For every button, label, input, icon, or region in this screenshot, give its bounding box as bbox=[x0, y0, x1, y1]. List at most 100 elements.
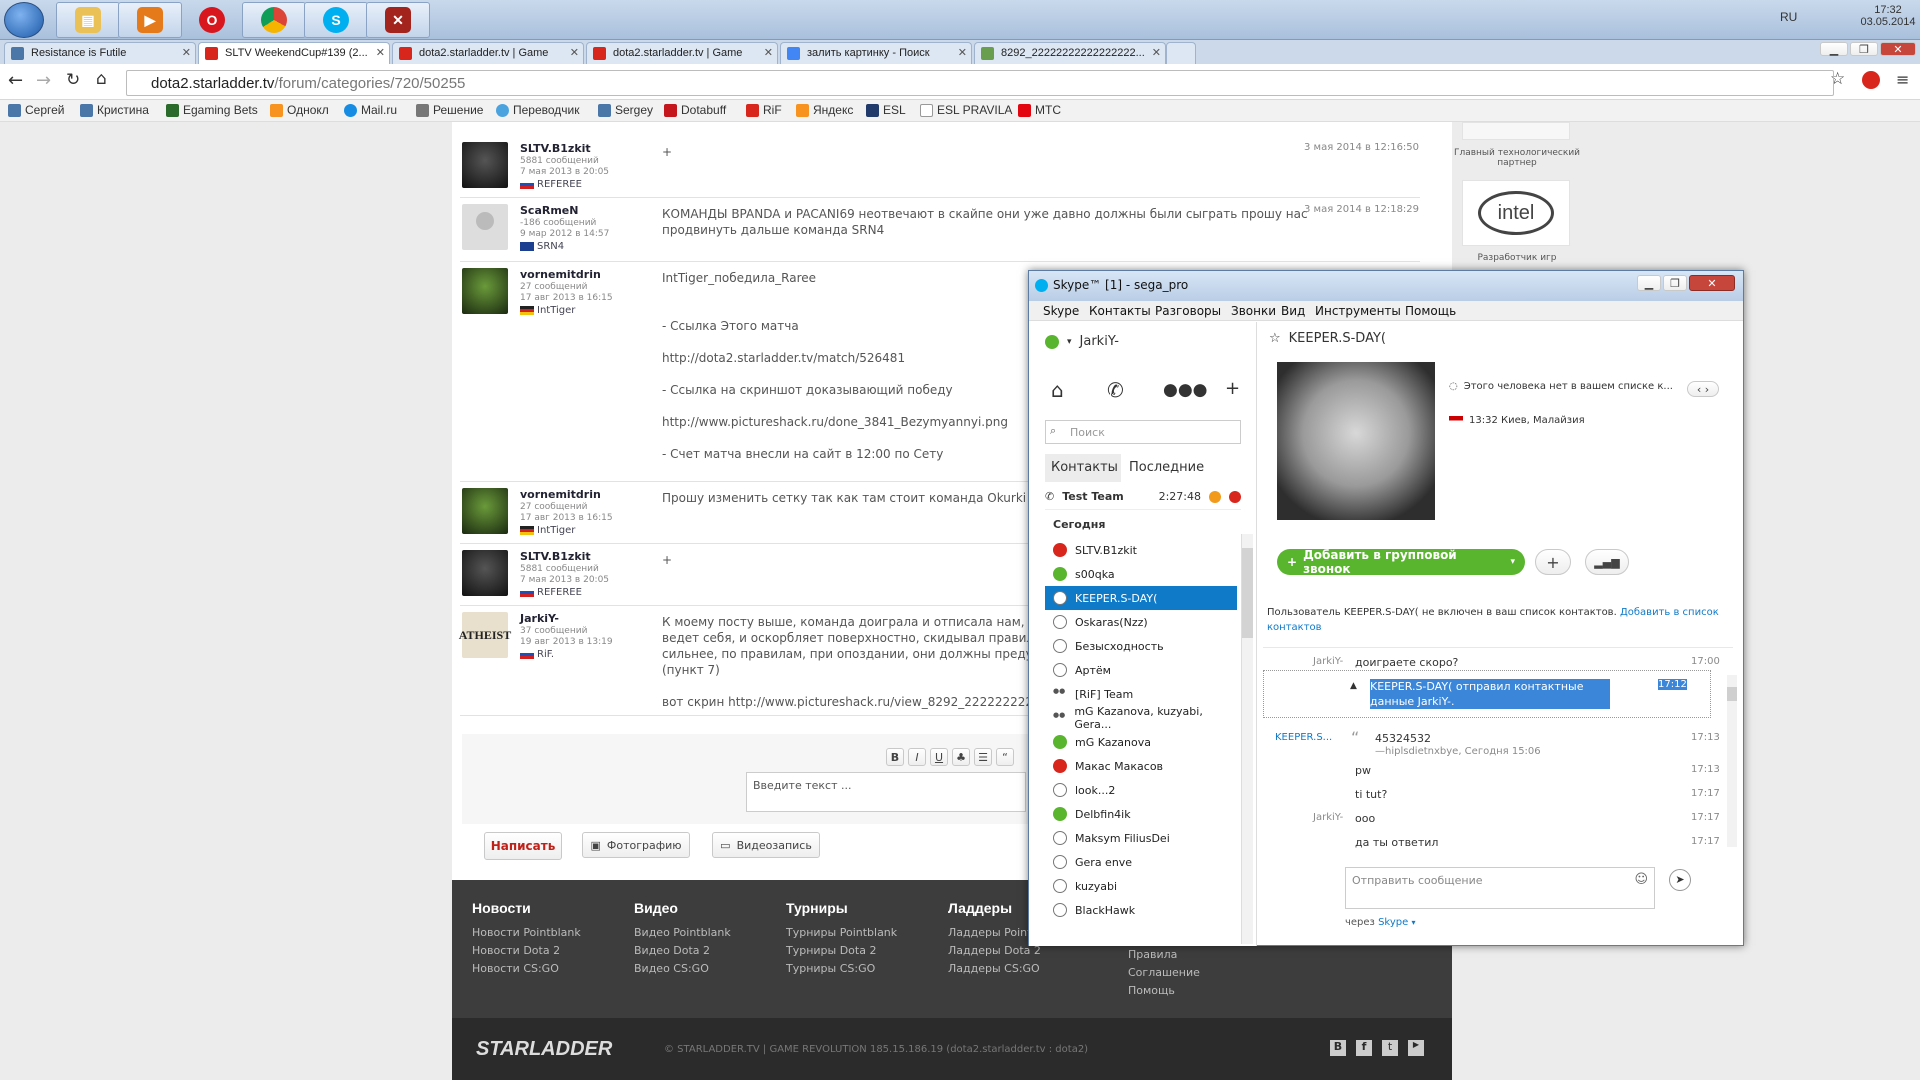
menu-item[interactable]: Вид bbox=[1281, 304, 1305, 318]
new-tab-button[interactable] bbox=[1166, 42, 1196, 64]
avatar[interactable] bbox=[462, 268, 508, 314]
avatar[interactable] bbox=[462, 550, 508, 596]
bookmark[interactable]: Переводчик bbox=[496, 103, 580, 117]
browser-tab-active[interactable]: SLTV WeekendCup#139 (2... ✕ bbox=[198, 42, 390, 64]
message-sender[interactable]: KEEPER.S... bbox=[1275, 732, 1332, 743]
partner-banner[interactable] bbox=[1462, 122, 1570, 140]
taskbar-dota[interactable]: ✕ bbox=[366, 2, 430, 38]
reload-icon[interactable]: ↻ bbox=[66, 70, 80, 90]
menu-item[interactable]: Инструменты bbox=[1315, 304, 1401, 318]
contact-scrollbar[interactable] bbox=[1241, 534, 1253, 944]
bookmark[interactable]: Sergey bbox=[598, 103, 653, 117]
footer-link[interactable]: Турниры Dota 2 bbox=[786, 944, 897, 957]
restore-icon[interactable]: ❐ bbox=[1850, 42, 1878, 56]
submit-button[interactable]: Написать bbox=[484, 832, 562, 860]
footer-link[interactable]: Правила bbox=[1128, 948, 1200, 961]
taskbar-explorer[interactable]: ▤ bbox=[56, 2, 120, 38]
bookmark[interactable]: ESL PRAVILA bbox=[920, 103, 1012, 117]
bookmark[interactable]: RiF bbox=[746, 103, 782, 117]
footer-link[interactable]: Новости Dota 2 bbox=[472, 944, 581, 957]
contact-item[interactable]: Безысходность bbox=[1045, 634, 1235, 658]
close-icon[interactable]: ✕ bbox=[570, 46, 579, 59]
youtube-icon[interactable]: ▶ bbox=[1408, 1040, 1424, 1056]
list-icon[interactable]: ☰ bbox=[974, 748, 992, 766]
close-icon[interactable]: ✕ bbox=[764, 46, 773, 59]
chevron-down-icon[interactable]: ▾ bbox=[1411, 918, 1415, 927]
italic-button[interactable]: I bbox=[908, 748, 926, 766]
taskbar-media[interactable]: ▶ bbox=[118, 2, 182, 38]
intel-logo[interactable]: intel bbox=[1462, 180, 1570, 246]
contact-item[interactable]: look...2 bbox=[1045, 778, 1235, 802]
tab-recent[interactable]: Последние bbox=[1129, 460, 1204, 475]
browser-tab[interactable]: dota2.starladder.tv | Game ✕ bbox=[586, 42, 778, 64]
scroll-thumb[interactable] bbox=[1727, 687, 1737, 701]
clock[interactable]: 17:32 03.05.2014 bbox=[1860, 4, 1916, 28]
close-window-icon[interactable]: ✕ bbox=[1880, 42, 1916, 56]
add-video-button[interactable]: ▭ Видеозапись bbox=[712, 832, 820, 858]
avatar[interactable] bbox=[462, 488, 508, 534]
post-username[interactable]: SLTV.B1zkit bbox=[520, 142, 591, 155]
add-photo-button[interactable]: ▣ Фотографию bbox=[582, 832, 690, 858]
browser-tab[interactable]: 8292_22222222222222222... ✕ bbox=[974, 42, 1166, 64]
post-username[interactable]: vornemitdrin bbox=[520, 268, 601, 281]
footer-link[interactable]: Видео Pointblank bbox=[634, 926, 731, 939]
pager-arrows[interactable]: ‹ › bbox=[1687, 381, 1719, 397]
menu-item[interactable]: Контакты bbox=[1089, 304, 1151, 318]
extension-icon[interactable] bbox=[1862, 71, 1880, 89]
contact-item[interactable]: Артём bbox=[1045, 658, 1235, 682]
post-username[interactable]: ScaRmeN bbox=[520, 204, 578, 217]
footer-link[interactable]: Новости Pointblank bbox=[472, 926, 581, 939]
bookmark[interactable]: Решение bbox=[416, 103, 483, 117]
underline-button[interactable]: U bbox=[930, 748, 948, 766]
reply-textarea[interactable]: Введите текст ... bbox=[746, 772, 1026, 812]
contact-photo[interactable] bbox=[1277, 362, 1435, 520]
close-icon[interactable]: ✕ bbox=[1152, 46, 1161, 59]
maximize-icon[interactable]: ❐ bbox=[1663, 275, 1687, 291]
close-icon[interactable]: ✕ bbox=[958, 46, 967, 59]
footer-link[interactable]: Турниры CS:GO bbox=[786, 962, 897, 975]
contact-item[interactable]: kuzyabi bbox=[1045, 874, 1235, 898]
chat-scrollbar[interactable] bbox=[1727, 675, 1737, 847]
bold-button[interactable]: B bbox=[886, 748, 904, 766]
menu-item[interactable]: Skype bbox=[1043, 304, 1079, 318]
bookmark[interactable]: MTC bbox=[1018, 103, 1061, 117]
contact-item[interactable]: Oskaras(Nzz) bbox=[1045, 610, 1235, 634]
bookmark[interactable]: Mail.ru bbox=[344, 103, 397, 117]
bookmark[interactable]: Однокл bbox=[270, 103, 329, 117]
menu-item[interactable]: Разговоры bbox=[1155, 304, 1221, 318]
avatar[interactable] bbox=[462, 142, 508, 188]
browser-tab[interactable]: dota2.starladder.tv | Game ✕ bbox=[392, 42, 584, 64]
menu-item[interactable]: Помощь bbox=[1405, 304, 1456, 318]
post-username[interactable]: JarkiY- bbox=[520, 612, 559, 625]
home-icon[interactable]: ⌂ bbox=[1051, 378, 1064, 402]
footer-link[interactable]: Новости CS:GO bbox=[472, 962, 581, 975]
taskbar-chrome[interactable] bbox=[242, 2, 306, 38]
message-input[interactable]: Отправить сообщение ☺ bbox=[1345, 867, 1655, 909]
footer-link[interactable]: Турниры Pointblank bbox=[786, 926, 897, 939]
bookmark[interactable]: Яндекс bbox=[796, 103, 853, 117]
back-icon[interactable]: ← bbox=[8, 70, 23, 91]
contact-item[interactable]: s00qka bbox=[1045, 562, 1235, 586]
add-button[interactable]: + bbox=[1535, 549, 1571, 575]
address-bar[interactable]: dota2.starladder.tv/forum/categories/720… bbox=[126, 70, 1834, 96]
contact-item[interactable]: Gera enve bbox=[1045, 850, 1235, 874]
quote-icon[interactable]: “ bbox=[996, 748, 1014, 766]
bookmark[interactable]: Кристина bbox=[80, 103, 149, 117]
minimize-icon[interactable]: ▁ bbox=[1820, 42, 1848, 56]
bookmark[interactable]: Dotabuff bbox=[664, 103, 726, 117]
contact-item[interactable]: SLTV.B1zkit bbox=[1045, 538, 1235, 562]
browser-tab[interactable]: залить картинку - Поиск ✕ bbox=[780, 42, 972, 64]
star-icon[interactable]: ☆ bbox=[1269, 331, 1281, 346]
browser-tab[interactable]: Resistance is Futile ✕ bbox=[4, 42, 196, 64]
contact-item[interactable]: Макас Макасов bbox=[1045, 754, 1235, 778]
close-window-icon[interactable]: ✕ bbox=[1689, 275, 1735, 291]
skype-titlebar[interactable]: Skype™ [1] - sega_pro ▁ ❐ ✕ bbox=[1029, 271, 1743, 301]
tab-contacts[interactable]: Контакты bbox=[1045, 454, 1121, 482]
add-to-group-call-button[interactable]: + Добавить в групповой звонок ▾ bbox=[1277, 548, 1525, 576]
taskbar-opera[interactable]: O bbox=[180, 2, 244, 38]
contact-item[interactable]: ●● [RiF] Team bbox=[1045, 682, 1235, 706]
close-icon[interactable]: ✕ bbox=[376, 46, 385, 59]
start-button[interactable] bbox=[4, 2, 44, 38]
menu-icon[interactable]: ≡ bbox=[1896, 70, 1909, 89]
bookmark[interactable]: ESL bbox=[866, 103, 906, 117]
